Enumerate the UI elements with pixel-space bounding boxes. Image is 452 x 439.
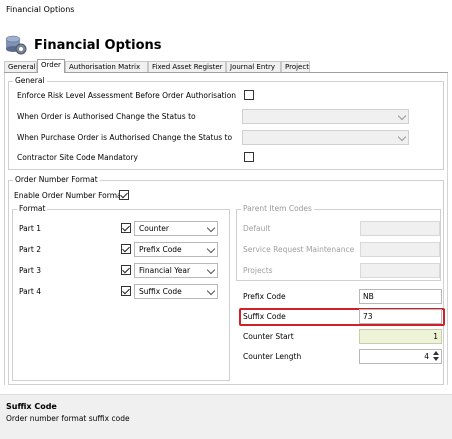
part-2-label: Part 2 — [19, 245, 41, 254]
part-1-label: Part 1 — [19, 224, 41, 233]
panel-separator — [0, 385, 452, 394]
prefix-code-label: Prefix Code — [243, 292, 286, 301]
part-3-select[interactable]: Financial Year — [134, 263, 218, 278]
counter-length-value: 4 — [424, 352, 429, 361]
part-4-label: Part 4 — [19, 287, 41, 296]
part-1-select[interactable]: Counter — [134, 221, 218, 236]
suffix-code-label: Suffix Code — [243, 312, 286, 321]
projects-input[interactable] — [360, 263, 440, 278]
counter-length-stepper[interactable]: 4 — [359, 349, 442, 364]
part-2-select[interactable]: Prefix Code — [134, 242, 218, 257]
part-4-select[interactable]: Suffix Code — [134, 284, 218, 299]
contractor-site-checkbox[interactable] — [244, 152, 254, 162]
page-title: Financial Options — [34, 38, 162, 53]
suffix-code-input[interactable]: 73 — [359, 309, 442, 324]
enable-order-number-format-checkbox[interactable] — [119, 190, 129, 200]
po-authorised-status-select[interactable] — [242, 130, 409, 145]
chevron-down-icon — [206, 244, 216, 254]
description-panel: Suffix Code Order number format suffix c… — [0, 394, 452, 439]
general-legend: General — [13, 76, 47, 85]
order-number-format-legend: Order Number Format — [13, 175, 100, 184]
chevron-down-icon — [397, 111, 407, 121]
parent-item-codes-group: Parent Item Codes Default Service Reques… — [236, 204, 441, 281]
prefix-code-input[interactable]: NB — [359, 289, 442, 304]
enable-order-number-format-label: Enable Order Number Format — [14, 191, 125, 200]
default-label: Default — [243, 224, 271, 233]
part-3-checkbox[interactable] — [121, 265, 131, 275]
chevron-down-icon — [206, 223, 216, 233]
chevron-down-icon — [397, 132, 407, 142]
part-3-label: Part 3 — [19, 266, 41, 275]
counter-length-label: Counter Length — [243, 352, 302, 361]
counter-start-label: Counter Start — [243, 332, 294, 341]
contractor-site-label: Contractor Site Code Mandatory — [17, 153, 138, 162]
format-legend: Format — [17, 204, 48, 213]
general-group: General Enforce Risk Level Assessment Be… — [8, 76, 444, 170]
po-authorised-status-label: When Purchase Order is Authorised Change… — [17, 133, 233, 142]
default-input[interactable] — [360, 221, 440, 236]
settings-gears-icon — [5, 35, 27, 55]
tab-order[interactable]: Order — [37, 59, 65, 73]
counter-start-input[interactable]: 1 — [359, 329, 442, 344]
chevron-down-icon — [206, 265, 216, 275]
projects-label: Projects — [243, 266, 273, 275]
parent-item-codes-legend: Parent Item Codes — [241, 204, 314, 213]
page-header: Financial Options — [0, 28, 452, 58]
format-group: Format Part 1 Counter Part 2 Prefix Code… — [12, 204, 230, 381]
description-title: Suffix Code — [6, 402, 57, 411]
description-text: Order number format suffix code — [6, 414, 130, 423]
order-authorised-status-select[interactable] — [242, 109, 409, 124]
title-bar: Financial Options — [0, 0, 452, 22]
spin-arrows-icon[interactable] — [432, 351, 440, 362]
part-1-checkbox[interactable] — [121, 223, 131, 233]
enforce-risk-label: Enforce Risk Level Assessment Before Ord… — [17, 91, 237, 100]
part-4-checkbox[interactable] — [121, 286, 131, 296]
order-number-format-group: Order Number Format Enable Order Number … — [8, 175, 445, 385]
window-title: Financial Options — [6, 5, 75, 14]
order-tab-panel: General Enforce Risk Level Assessment Be… — [4, 73, 448, 385]
service-request-maintenance-input[interactable] — [360, 242, 440, 257]
service-request-maintenance-label: Service Request Maintenance — [243, 245, 355, 254]
chevron-down-icon — [206, 286, 216, 296]
part-2-checkbox[interactable] — [121, 244, 131, 254]
enforce-risk-checkbox[interactable] — [244, 90, 254, 100]
order-authorised-status-label: When Order is Authorised Change the Stat… — [17, 112, 196, 121]
